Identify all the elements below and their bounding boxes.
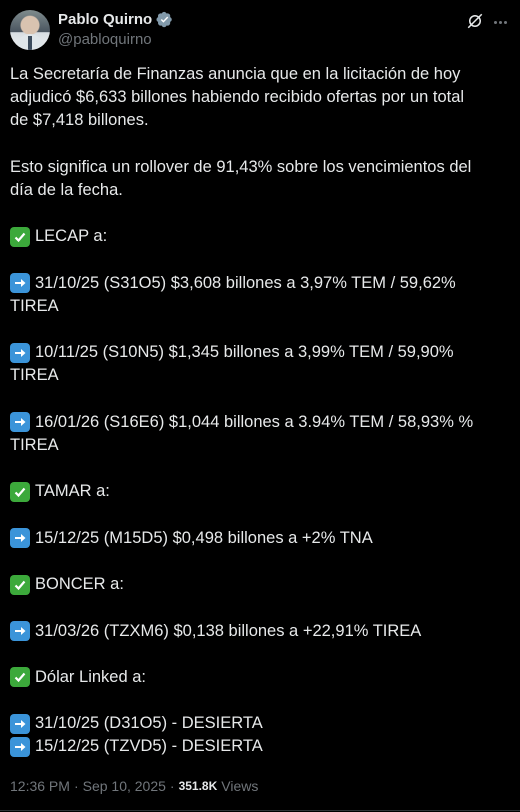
section-header-boncer: BONCER a: — [10, 573, 510, 596]
views-label: Views — [221, 778, 259, 794]
section-header-lecap: LECAP a: — [10, 225, 510, 248]
grok-icon[interactable] — [466, 12, 484, 30]
right-arrow-icon — [10, 737, 30, 758]
verified-badge-icon[interactable] — [156, 11, 173, 28]
text-line: Esto significa un rollover de 91,43% sob… — [10, 157, 472, 176]
check-mark-icon — [10, 574, 30, 595]
list-item-text: 16/01/26 (S16E6) $1,044 billones a 3.94%… — [35, 412, 474, 431]
list-item-text: 31/10/25 (D31O5) - DESIERTA — [35, 714, 263, 733]
list-item-text: 31/03/26 (TZXM6) $0,138 billones a +22,9… — [35, 621, 422, 640]
tweet-text: La Secretaría de Finanzas anuncia que en… — [10, 63, 510, 759]
author-name-row: Pablo Quirno — [58, 11, 173, 28]
text-line: adjudicó $6,633 billones habiendo recibi… — [10, 88, 465, 107]
author-name[interactable]: Pablo Quirno — [58, 11, 152, 28]
more-dot — [498, 20, 502, 24]
text-line: día de la fecha. — [10, 180, 123, 199]
divider — [0, 810, 520, 811]
section-label: TAMAR a: — [35, 482, 110, 501]
list-item-continuation: TIREA — [10, 366, 59, 385]
tweet-date[interactable]: Sep 10, 2025 — [83, 778, 166, 794]
text-line: La Secretaría de Finanzas anuncia que en… — [10, 65, 461, 83]
list-item-text: 15/12/25 (TZVD5) - DESIERTA — [35, 737, 263, 756]
avatar[interactable] — [10, 10, 50, 50]
list-item-text: 15/12/25 (M15D5) $0,498 billones a +2% T… — [35, 528, 373, 547]
right-arrow-icon — [10, 412, 30, 433]
list-item: 31/03/26 (TZXM6) $0,138 billones a +22,9… — [10, 620, 510, 643]
section-header-dolar-linked: Dólar Linked a: — [10, 666, 510, 689]
check-mark-icon — [10, 667, 30, 688]
meta-separator: · — [169, 778, 175, 794]
more-dot — [503, 20, 507, 24]
right-arrow-icon — [10, 713, 30, 734]
list-item: 15/12/25 (TZVD5) - DESIERTA — [10, 735, 510, 758]
list-item: 15/12/25 (M15D5) $0,498 billones a +2% T… — [10, 527, 510, 550]
right-arrow-icon — [10, 342, 30, 363]
tweet-header: Pablo Quirno @pabloquirno — [10, 10, 510, 54]
views-count[interactable]: 351.8K — [179, 779, 218, 793]
section-header-tamar: TAMAR a: — [10, 480, 510, 503]
tweet-meta: 12:36 PM · Sep 10, 2025 · 351.8K Views — [10, 778, 258, 794]
list-item-text: 10/11/25 (S10N5) $1,345 billones a 3,99%… — [35, 343, 454, 362]
meta-separator: · — [73, 778, 79, 794]
text-line: de $7,418 billones. — [10, 111, 149, 130]
more-dot — [493, 20, 497, 24]
list-item: 16/01/26 (S16E6) $1,044 billones a 3.94%… — [10, 411, 510, 434]
list-item: 31/10/25 (S31O5) $3,608 billones a 3,97%… — [10, 272, 510, 295]
section-label: BONCER a: — [35, 575, 124, 594]
check-mark-icon — [10, 481, 30, 502]
list-item: 10/11/25 (S10N5) $1,345 billones a 3,99%… — [10, 341, 510, 364]
section-label: Dólar Linked a: — [35, 667, 146, 686]
list-item-continuation: TIREA — [10, 436, 59, 454]
list-item-text: 31/10/25 (S31O5) $3,608 billones a 3,97%… — [35, 273, 456, 292]
right-arrow-icon — [10, 621, 30, 642]
list-item: 31/10/25 (D31O5) - DESIERTA — [10, 712, 510, 735]
author-handle[interactable]: @pabloquirno — [58, 31, 152, 48]
check-mark-icon — [10, 226, 30, 247]
list-item-continuation: TIREA — [10, 296, 59, 315]
right-arrow-icon — [10, 273, 30, 294]
avatar-tie — [28, 36, 32, 50]
tweet-time[interactable]: 12:36 PM — [10, 778, 70, 794]
section-label: LECAP a: — [35, 227, 108, 246]
right-arrow-icon — [10, 528, 30, 549]
more-options-icon[interactable] — [490, 12, 510, 32]
